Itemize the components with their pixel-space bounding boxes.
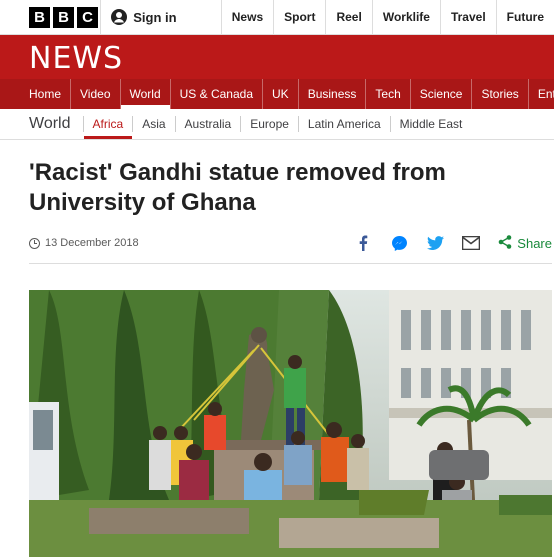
main-nav-item-science[interactable]: Science [411, 79, 473, 109]
top-nav-item-future[interactable]: Future [495, 0, 554, 34]
top-nav: News Sport Reel Worklife Travel Future [220, 0, 554, 34]
top-nav-item-travel[interactable]: Travel [439, 0, 496, 34]
main-nav-item-tech[interactable]: Tech [366, 79, 411, 109]
main-nav-item-world[interactable]: World [120, 79, 171, 109]
share-button[interactable]: Share [498, 234, 552, 252]
main-nav-item-video[interactable]: Video [71, 79, 121, 109]
news-banner: NEWS [0, 35, 554, 79]
top-nav-item-news[interactable]: News [220, 0, 273, 34]
main-nav-item-stories[interactable]: Stories [472, 79, 529, 109]
sub-nav-item-asia[interactable]: Asia [132, 116, 174, 132]
facebook-icon[interactable] [354, 234, 372, 252]
email-icon[interactable] [462, 234, 481, 252]
article-meta: 13 December 2018 Share [29, 232, 552, 254]
twitter-icon[interactable] [426, 234, 444, 252]
bbc-logo[interactable]: B B C [0, 0, 100, 34]
divider [0, 139, 554, 140]
main-nav: Home Video World US & Canada UK Business… [0, 79, 554, 109]
messenger-icon[interactable] [390, 234, 408, 252]
share-icon [498, 234, 512, 252]
sub-nav-item-australia[interactable]: Australia [174, 116, 241, 132]
share-tools: Share [354, 234, 552, 252]
divider [29, 263, 552, 264]
sub-nav-item-middle-east[interactable]: Middle East [389, 116, 472, 132]
sub-nav-item-latin-america[interactable]: Latin America [297, 116, 390, 132]
bbc-logo-letter: B [29, 6, 50, 28]
top-nav-item-reel[interactable]: Reel [325, 0, 371, 34]
user-icon [111, 9, 128, 25]
sign-in-label: Sign in [133, 9, 177, 25]
news-section-title[interactable]: NEWS [29, 41, 123, 76]
bbc-logo-letter: C [77, 6, 98, 28]
sub-nav-item-africa[interactable]: Africa [82, 116, 133, 139]
article-headline: 'Racist' Gandhi statue removed from Univ… [29, 159, 446, 216]
sub-nav: World Africa Asia Australia Europe Latin… [29, 109, 554, 139]
article-photo [29, 290, 552, 557]
share-label: Share [517, 235, 552, 251]
statue-removal-photo [29, 290, 552, 557]
sign-in-link[interactable]: Sign in [100, 0, 221, 34]
main-nav-item-home[interactable]: Home [20, 79, 72, 109]
sub-nav-item-europe[interactable]: Europe [240, 116, 298, 132]
clock-icon [29, 237, 40, 249]
main-nav-item-uk[interactable]: UK [263, 79, 299, 109]
article-date: 13 December 2018 [29, 237, 139, 249]
main-nav-item-us-canada[interactable]: US & Canada [171, 79, 264, 109]
bbc-logo-letter: B [53, 6, 74, 28]
main-nav-item-business[interactable]: Business [299, 79, 367, 109]
global-header: B B C Sign in News Sport Reel Worklife T… [0, 0, 554, 35]
sub-nav-section-title[interactable]: World [29, 115, 71, 133]
article-date-text: 13 December 2018 [45, 237, 139, 249]
top-nav-item-sport[interactable]: Sport [273, 0, 325, 34]
main-nav-item-entertainment[interactable]: Ente [529, 79, 554, 109]
top-nav-item-worklife[interactable]: Worklife [371, 0, 440, 34]
